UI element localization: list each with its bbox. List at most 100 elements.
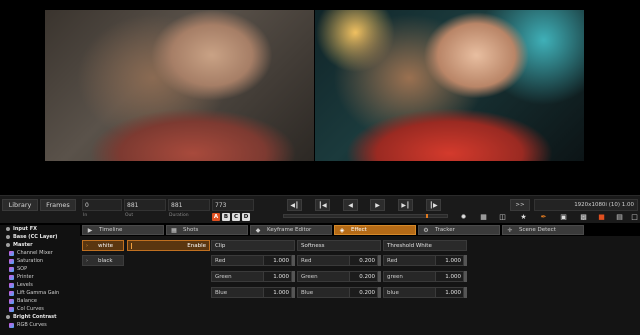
layer-label: Saturation (17, 258, 44, 264)
in-field[interactable]: 0 (82, 199, 122, 211)
tab-shots[interactable]: ▦ Shots (166, 225, 248, 235)
param-label: Blue (297, 287, 350, 298)
playhead-marker[interactable] (426, 214, 428, 218)
layers-icon[interactable]: ◫ (498, 212, 507, 221)
clip-group: Clip Red 1.000 Green 1.000 Blue 1.000 (211, 240, 295, 299)
layer-input-fx[interactable]: Input FX (0, 225, 80, 233)
step-back-button[interactable]: ◀ (343, 199, 358, 211)
slider-handle[interactable] (464, 271, 467, 282)
layer-sop[interactable]: SOP (0, 265, 80, 273)
sparkle-icon[interactable]: ✹ (459, 212, 468, 221)
param-value-field[interactable]: 1.000 (264, 255, 292, 266)
clip-red-row[interactable]: Red 1.000 (211, 255, 295, 267)
effect-item-white[interactable]: › white (82, 240, 124, 251)
tab-label: Effect (351, 227, 367, 233)
tab-timeline[interactable]: ▶ Timeline (82, 225, 164, 235)
current-frame-field[interactable]: 773 (212, 199, 254, 211)
slider-handle[interactable] (464, 255, 467, 266)
expand-button[interactable]: >> (510, 199, 530, 211)
param-value-field[interactable]: 0.200 (350, 271, 378, 282)
clip-green-row[interactable]: Green 1.000 (211, 271, 295, 283)
slider-handle[interactable] (292, 255, 295, 266)
layer-label: Lift Gamma Gain (17, 290, 60, 296)
param-value-field[interactable]: 1.000 (436, 271, 464, 282)
last-frame-icon: ▶┃ (401, 201, 410, 209)
window-icon[interactable]: ▩ (579, 212, 588, 221)
layer-saturation[interactable]: Saturation (0, 257, 80, 265)
clip-blue-row[interactable]: Blue 1.000 (211, 287, 295, 299)
channel-a-button[interactable]: A (212, 213, 220, 221)
star-icon[interactable]: ★ (519, 212, 528, 221)
first-frame-button[interactable]: ┃◀ (315, 199, 330, 211)
layer-channel-mixer[interactable]: Channel Mixer (0, 249, 80, 257)
tab-tracker[interactable]: ⚙ Tracker (418, 225, 500, 235)
effect-icon (9, 274, 14, 280)
slider-handle[interactable] (292, 287, 295, 298)
source-image-preview[interactable] (45, 10, 314, 161)
duration-field[interactable]: 881 (168, 199, 210, 211)
softness-blue-row[interactable]: Blue 0.200 (297, 287, 381, 299)
softness-red-row[interactable]: Red 0.200 (297, 255, 381, 267)
effect-icon (9, 258, 14, 264)
tab-label: Shots (183, 227, 199, 233)
last-frame-button[interactable]: ▶┃ (398, 199, 413, 211)
channel-c-button[interactable]: C (232, 213, 240, 221)
frames-button[interactable]: Frames (40, 199, 76, 211)
effect-item-black[interactable]: › black (82, 255, 124, 266)
timeline-scrubber[interactable] (283, 214, 448, 218)
cube-icon: ◈ (339, 226, 345, 234)
layer-col-curves[interactable]: Col Curves (0, 305, 80, 313)
layer-rgb-curves[interactable]: RGB Curves (0, 321, 80, 329)
layer-master[interactable]: Master (0, 241, 80, 249)
slider-handle[interactable] (378, 287, 381, 298)
layer-balance[interactable]: Balance (0, 297, 80, 305)
slider-handle[interactable] (378, 255, 381, 266)
tab-label: Timeline (99, 227, 123, 233)
channel-b-button[interactable]: B (222, 213, 230, 221)
threshold-blue-row[interactable]: blue 1.000 (383, 287, 467, 299)
resolution-display: 1920x1080i (10) 1.00 (534, 199, 638, 211)
slider-handle[interactable] (378, 271, 381, 282)
param-value-field[interactable]: 1.000 (264, 287, 292, 298)
threshold-green-row[interactable]: green 1.000 (383, 271, 467, 283)
tab-label: Tracker (435, 227, 455, 233)
layer-label: Balance (17, 298, 37, 304)
param-label: green (383, 271, 436, 282)
graded-image-preview[interactable] (315, 10, 584, 161)
prev-shot-button[interactable]: ◀┃ (287, 199, 302, 211)
tab-scene-detect[interactable]: ✛ Scene Detect (502, 225, 584, 235)
chevron-right-icon: › (86, 242, 88, 249)
param-value-field[interactable]: 1.000 (264, 271, 292, 282)
enable-toggle[interactable]: Enable (127, 240, 210, 251)
monitor-icon[interactable]: ▣ (559, 212, 568, 221)
layer-bright-contrast[interactable]: Bright Contrast (0, 313, 80, 321)
grid-icon[interactable]: ▦ (479, 212, 488, 221)
param-value-field[interactable]: 0.200 (350, 255, 378, 266)
play-button[interactable]: ▶ (370, 199, 385, 211)
close-panel-icon[interactable]: □ (630, 212, 639, 221)
layer-lift-gamma-gain[interactable]: Lift Gamma Gain (0, 289, 80, 297)
record-icon[interactable]: ■ (597, 212, 606, 221)
layer-label: Levels (17, 282, 33, 288)
tab-effect[interactable]: ◈ Effect (334, 225, 416, 235)
slider-handle[interactable] (464, 287, 467, 298)
brush-icon[interactable]: ✒ (539, 212, 548, 221)
group-title: Clip (211, 240, 295, 251)
layer-label: Input FX (13, 226, 37, 232)
param-value-field[interactable]: 1.000 (436, 287, 464, 298)
channel-d-button[interactable]: D (242, 213, 250, 221)
out-field[interactable]: 881 (124, 199, 166, 211)
library-button[interactable]: Library (2, 199, 38, 211)
node-icon (6, 315, 10, 319)
slider-handle[interactable] (292, 271, 295, 282)
param-value-field[interactable]: 1.000 (436, 255, 464, 266)
next-shot-button[interactable]: ┃▶ (426, 199, 441, 211)
layer-base[interactable]: Base (CC Layer) (0, 233, 80, 241)
panel-icon[interactable]: ▤ (615, 212, 624, 221)
tab-keyframe-editor[interactable]: ◆ Keyframe Editor (250, 225, 332, 235)
layer-printer[interactable]: Printer (0, 273, 80, 281)
layer-levels[interactable]: Levels (0, 281, 80, 289)
softness-green-row[interactable]: Green 0.200 (297, 271, 381, 283)
param-value-field[interactable]: 0.200 (350, 287, 378, 298)
threshold-red-row[interactable]: Red 1.000 (383, 255, 467, 267)
